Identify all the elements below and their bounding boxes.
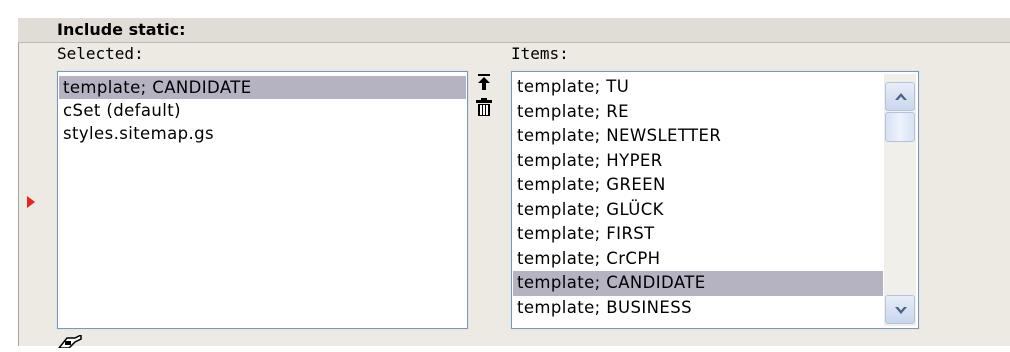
list-item[interactable]: template; HYPER	[513, 149, 883, 174]
list-item[interactable]: cSet (default)	[59, 99, 466, 122]
list-item[interactable]: template; TU	[513, 75, 883, 100]
items-scrollbar[interactable]	[884, 74, 916, 326]
field-title: Include static:	[57, 20, 186, 39]
list-item[interactable]: template; GLÜCK	[513, 198, 883, 223]
trash-icon	[473, 98, 495, 122]
list-item[interactable]: template; RE	[513, 100, 883, 125]
edit-icon[interactable]	[57, 333, 83, 352]
move-to-top-icon	[473, 73, 495, 97]
list-item[interactable]: template; FIRST	[513, 222, 883, 247]
move-to-top-button[interactable]	[473, 71, 495, 93]
list-item[interactable]: template; CANDIDATE	[59, 76, 466, 99]
list-item[interactable]: template; BUSINESS	[513, 296, 883, 321]
selected-label: Selected:	[57, 44, 144, 63]
items-listbox[interactable]: template; TU template; RE template; NEWSLE…	[511, 71, 919, 329]
remove-selected-button[interactable]	[473, 96, 495, 118]
list-item[interactable]: template; GREEN	[513, 173, 883, 198]
selected-listbox[interactable]: template; CANDIDATE cSet (default) styles.…	[57, 71, 468, 329]
list-item[interactable]: styles.sitemap.gs	[59, 122, 466, 145]
scrollbar-thumb[interactable]	[885, 112, 915, 142]
items-label: Items:	[511, 44, 569, 63]
scroll-down-button[interactable]	[885, 295, 915, 324]
required-marker-icon	[27, 193, 35, 212]
list-item[interactable]: template; NEWSLETTER	[513, 124, 883, 149]
scroll-up-button[interactable]	[885, 82, 915, 111]
list-item[interactable]: template; CANDIDATE	[513, 271, 883, 296]
list-item[interactable]: template; CrCPH	[513, 247, 883, 272]
